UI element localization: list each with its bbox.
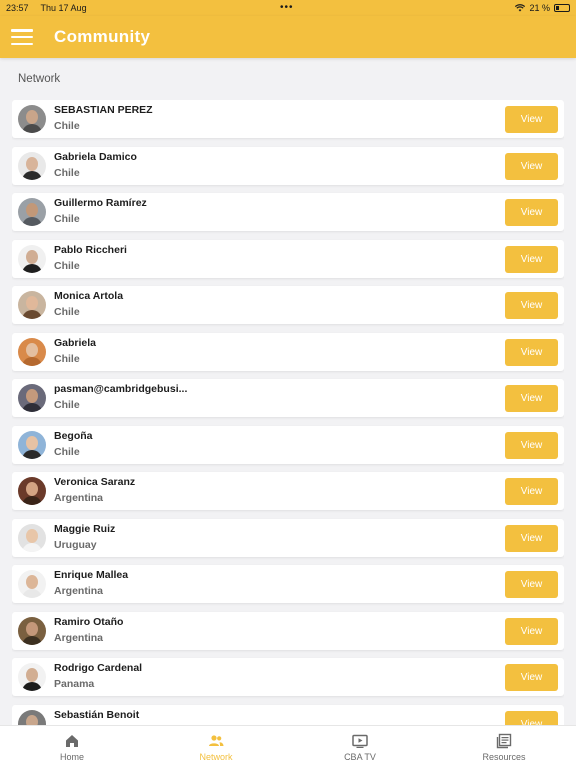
view-button[interactable]: View — [505, 199, 558, 226]
tab-label: Home — [59, 752, 84, 762]
view-button[interactable]: View — [505, 478, 558, 505]
member-name: Guillermo Ramírez — [54, 197, 147, 209]
member-card[interactable]: Begoña Chile View — [12, 425, 564, 464]
member-name: Rodrigo Cardenal — [54, 662, 143, 674]
avatar — [18, 523, 46, 552]
people-icon — [209, 735, 224, 746]
view-button[interactable]: View — [505, 385, 558, 412]
view-button[interactable]: View — [505, 245, 558, 273]
member-name: Sebastián Benoit — [54, 708, 140, 721]
avatar — [18, 337, 46, 366]
member-name: SEBASTIAN PEREZ — [54, 104, 153, 116]
member-name: Begoña — [54, 429, 93, 442]
avatar — [18, 105, 46, 133]
status-date: Thu 17 Aug — [40, 3, 87, 13]
avatar — [18, 477, 46, 505]
view-button[interactable]: View — [505, 571, 558, 598]
home-icon — [66, 735, 78, 747]
tab-label: Resources — [482, 752, 526, 762]
member-country: Chile — [54, 352, 80, 365]
avatar — [18, 384, 46, 412]
member-name: Gabriela — [54, 336, 97, 349]
status-right: 21 % — [515, 3, 570, 13]
member-list[interactable]: SEBASTIAN PEREZ Chile View Gabriela Damico C… — [12, 100, 564, 725]
avatar — [18, 430, 46, 459]
avatar — [18, 151, 46, 180]
battery-icon — [554, 4, 570, 12]
tab-bar: Home Network CBA TV Resources — [0, 725, 576, 768]
avatar — [18, 291, 46, 319]
resources-icon — [496, 733, 512, 749]
tab-label: CBA TV — [344, 752, 376, 762]
page-title: Community — [54, 27, 151, 46]
tab-cba-tv[interactable]: CBA TV — [288, 726, 432, 768]
section-label: Network — [18, 73, 61, 85]
member-name: Monica Artola — [54, 290, 124, 302]
view-button[interactable]: View — [505, 664, 558, 691]
view-button[interactable]: View — [505, 617, 558, 645]
member-country: Uruguay — [54, 538, 97, 551]
member-card[interactable]: Guillermo Ramírez Chile View — [12, 193, 564, 231]
tv-icon — [352, 734, 368, 748]
view-button[interactable]: View — [505, 524, 558, 552]
view-button[interactable]: View — [505, 338, 558, 366]
tab-home[interactable]: Home — [0, 726, 144, 768]
member-card[interactable]: Gabriela Chile View — [12, 332, 564, 371]
view-button[interactable]: View — [505, 292, 558, 319]
member-country: Argentina — [54, 631, 104, 644]
member-card[interactable]: Maggie Ruiz Uruguay View — [12, 518, 564, 557]
member-card[interactable]: Monica Artola Chile View — [12, 286, 564, 324]
avatar — [18, 198, 46, 226]
member-country: Argentina — [54, 585, 104, 597]
avatar — [18, 244, 46, 273]
member-country: Chile — [54, 445, 80, 458]
member-country: Chile — [54, 120, 80, 132]
view-button[interactable]: View — [505, 710, 558, 725]
member-country: Chile — [54, 259, 80, 272]
tab-resources[interactable]: Resources — [432, 726, 576, 768]
status-time: 23:57 — [6, 3, 29, 13]
member-country: Chile — [54, 306, 80, 318]
member-card[interactable]: Veronica Saranz Argentina View — [12, 472, 564, 510]
avatar — [18, 616, 46, 645]
member-name: pasman@cambridgebusi... — [54, 383, 188, 395]
view-button[interactable]: View — [505, 106, 558, 133]
member-country: Chile — [54, 399, 80, 411]
member-name: Enrique Mallea — [54, 569, 129, 581]
member-country: Argentina — [54, 492, 104, 504]
avatar — [18, 709, 46, 725]
member-card[interactable]: Rodrigo Cardenal Panama View — [12, 658, 564, 696]
member-name: Pablo Riccheri — [54, 243, 127, 256]
battery-percent: 21 % — [529, 3, 550, 13]
member-card[interactable]: Pablo Riccheri Chile View — [12, 239, 564, 278]
wifi-icon — [515, 4, 526, 12]
member-card[interactable]: SEBASTIAN PEREZ Chile View — [12, 100, 564, 138]
multitask-dots-icon[interactable]: ••• — [280, 2, 294, 13]
avatar — [18, 663, 46, 691]
tab-network[interactable]: Network — [144, 726, 288, 768]
member-card[interactable]: pasman@cambridgebusi... Chile View — [12, 379, 564, 417]
view-button[interactable]: View — [505, 431, 558, 459]
app-header: Community — [0, 16, 576, 58]
member-country: Chile — [54, 213, 80, 225]
status-bar: 23:57 Thu 17 Aug ••• 21 % — [0, 0, 576, 16]
member-card[interactable]: Gabriela Damico Chile View — [12, 146, 564, 185]
avatar — [18, 570, 46, 598]
hamburger-menu-icon[interactable] — [11, 29, 33, 45]
member-card[interactable]: Enrique Mallea Argentina View — [12, 565, 564, 603]
member-country: Panama — [54, 678, 95, 690]
member-country: Chile — [54, 166, 80, 179]
tab-label: Network — [199, 752, 233, 762]
member-card[interactable]: Ramiro Otaño Argentina View — [12, 611, 564, 650]
member-name: Veronica Saranz — [54, 476, 136, 488]
member-name: Gabriela Damico — [54, 150, 137, 163]
member-card[interactable]: Sebastián Benoit View — [12, 704, 564, 725]
view-button[interactable]: View — [505, 152, 558, 180]
member-name: Ramiro Otaño — [54, 615, 124, 628]
member-name: Maggie Ruiz — [54, 522, 116, 535]
